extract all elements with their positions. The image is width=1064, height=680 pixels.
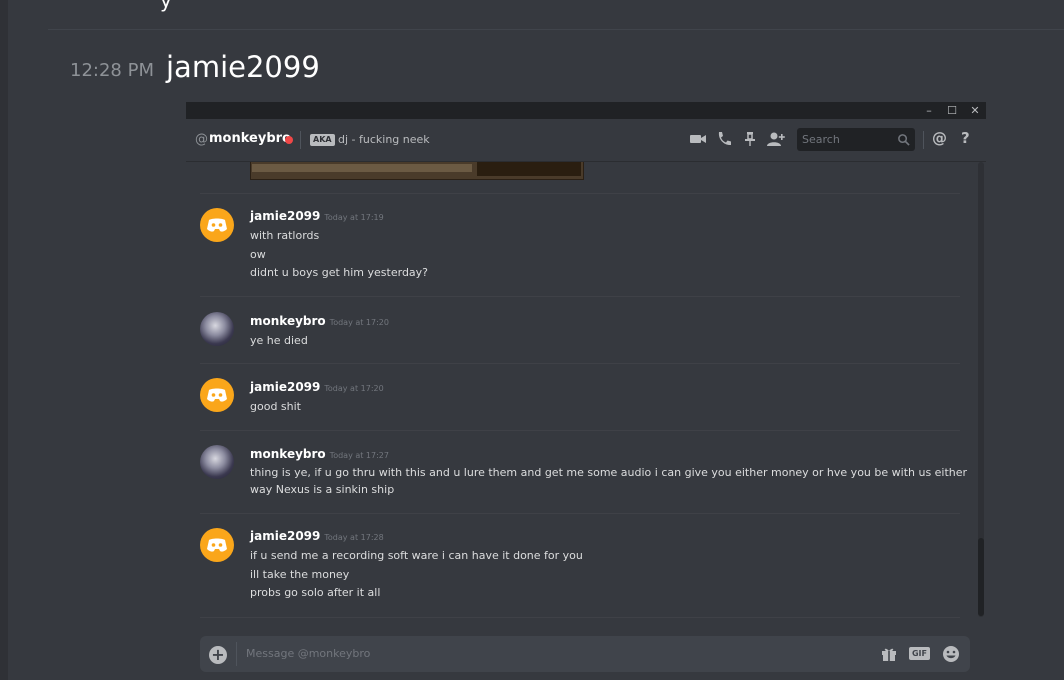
message-input[interactable]: Message @monkeybro	[246, 647, 370, 660]
message-timestamp: Today at 17:20	[329, 318, 389, 327]
dnd-status-icon	[285, 136, 293, 144]
aka-badge: AKA	[310, 134, 335, 146]
scrollbar-thumb[interactable]	[978, 538, 984, 616]
message-divider	[200, 430, 960, 431]
message-divider	[200, 617, 960, 618]
header-divider	[300, 131, 301, 149]
message-text: ill take the money	[250, 568, 350, 581]
message-author[interactable]: jamie2099 Today at 17:28	[250, 529, 384, 543]
message-timestamp: Today at 17:19	[324, 213, 384, 222]
author-name[interactable]: monkeybro	[250, 447, 326, 461]
at-sign: @	[195, 132, 208, 147]
message-divider	[200, 363, 960, 364]
message-text: if u send me a recording soft ware i can…	[250, 549, 583, 562]
maximize-button[interactable]: ☐	[941, 102, 963, 119]
message-author[interactable]: jamie2099 Today at 17:19	[250, 209, 384, 223]
message-timestamp: Today at 17:27	[329, 451, 389, 460]
search-icon	[898, 134, 910, 146]
author-name[interactable]: jamie2099	[250, 380, 320, 394]
search-placeholder: Search	[802, 133, 840, 146]
avatar[interactable]	[200, 445, 234, 479]
discord-logo-icon	[207, 388, 227, 402]
message-text: ow	[250, 248, 266, 261]
pin-icon[interactable]	[740, 129, 760, 149]
avatar[interactable]	[200, 378, 234, 412]
emoji-icon[interactable]	[942, 645, 960, 663]
author-name[interactable]: monkeybro	[250, 314, 326, 328]
message-text: good shit	[250, 400, 301, 413]
help-button[interactable]: ?	[961, 129, 970, 147]
attachment-buttons	[477, 162, 581, 176]
avatar[interactable]	[200, 208, 234, 242]
message-author[interactable]: monkeybro Today at 17:20	[250, 314, 389, 328]
author-name[interactable]: jamie2099	[250, 209, 320, 223]
message-timestamp: Today at 17:28	[324, 533, 384, 542]
search-input[interactable]: Search	[797, 128, 915, 151]
message-text: way Nexus is a sinkin ship	[250, 483, 395, 496]
message-composer[interactable]: + Message @monkeybro GIF	[200, 636, 970, 672]
message-divider	[200, 513, 960, 514]
message-author[interactable]: monkeybro Today at 17:27	[250, 447, 389, 461]
composer-divider	[236, 642, 237, 666]
mentions-button[interactable]: @	[932, 129, 947, 147]
voice-call-icon[interactable]	[714, 129, 734, 149]
sidebar-edge	[0, 0, 8, 680]
message-author[interactable]: jamie2099	[166, 50, 320, 84]
channel-header: @ monkeybro AKA dj - fucking neek Search…	[186, 119, 986, 162]
message-timestamp: Today at 17:20	[324, 384, 384, 393]
message-text: with ratlords	[250, 229, 320, 242]
dm-recipient-name[interactable]: monkeybro	[209, 131, 291, 146]
message-text: thing is ye, if u go thru with this and …	[250, 466, 968, 479]
author-name[interactable]: jamie2099	[250, 529, 320, 543]
message-divider	[200, 193, 960, 194]
message-text: didnt u boys get him yesterday?	[250, 266, 429, 279]
add-friend-icon[interactable]	[766, 129, 786, 149]
close-button[interactable]: ✕	[964, 102, 986, 119]
message-divider	[48, 29, 1064, 30]
message-timestamp: 12:28 PM	[70, 60, 154, 81]
avatar[interactable]	[200, 528, 234, 562]
attachment-image-clipped[interactable]	[250, 162, 584, 180]
attachment-bar	[252, 164, 472, 172]
video-call-icon[interactable]	[688, 129, 708, 149]
minimize-button[interactable]: –	[918, 102, 940, 119]
window-titlebar: – ☐ ✕	[186, 102, 986, 119]
gift-icon[interactable]	[881, 646, 897, 662]
discord-logo-icon	[207, 218, 227, 232]
avatar[interactable]	[200, 312, 234, 346]
embedded-screenshot[interactable]: – ☐ ✕ @ monkeybro AKA dj - fucking neek …	[186, 102, 986, 680]
message-author[interactable]: jamie2099 Today at 17:20	[250, 380, 384, 394]
message-text: ye he died	[250, 334, 308, 347]
add-attachment-button[interactable]: +	[209, 646, 227, 664]
message-list[interactable]: jamie2099 Today at 17:19 with ratlords ow…	[186, 162, 986, 620]
message-text: probs go solo after it all	[250, 586, 381, 599]
nickname-label: dj - fucking neek	[338, 133, 430, 146]
discord-logo-icon	[207, 538, 227, 552]
previous-message-fragment: y	[160, 0, 172, 12]
header-divider-2	[923, 131, 924, 149]
message-divider	[200, 296, 960, 297]
gif-button[interactable]: GIF	[909, 647, 930, 660]
